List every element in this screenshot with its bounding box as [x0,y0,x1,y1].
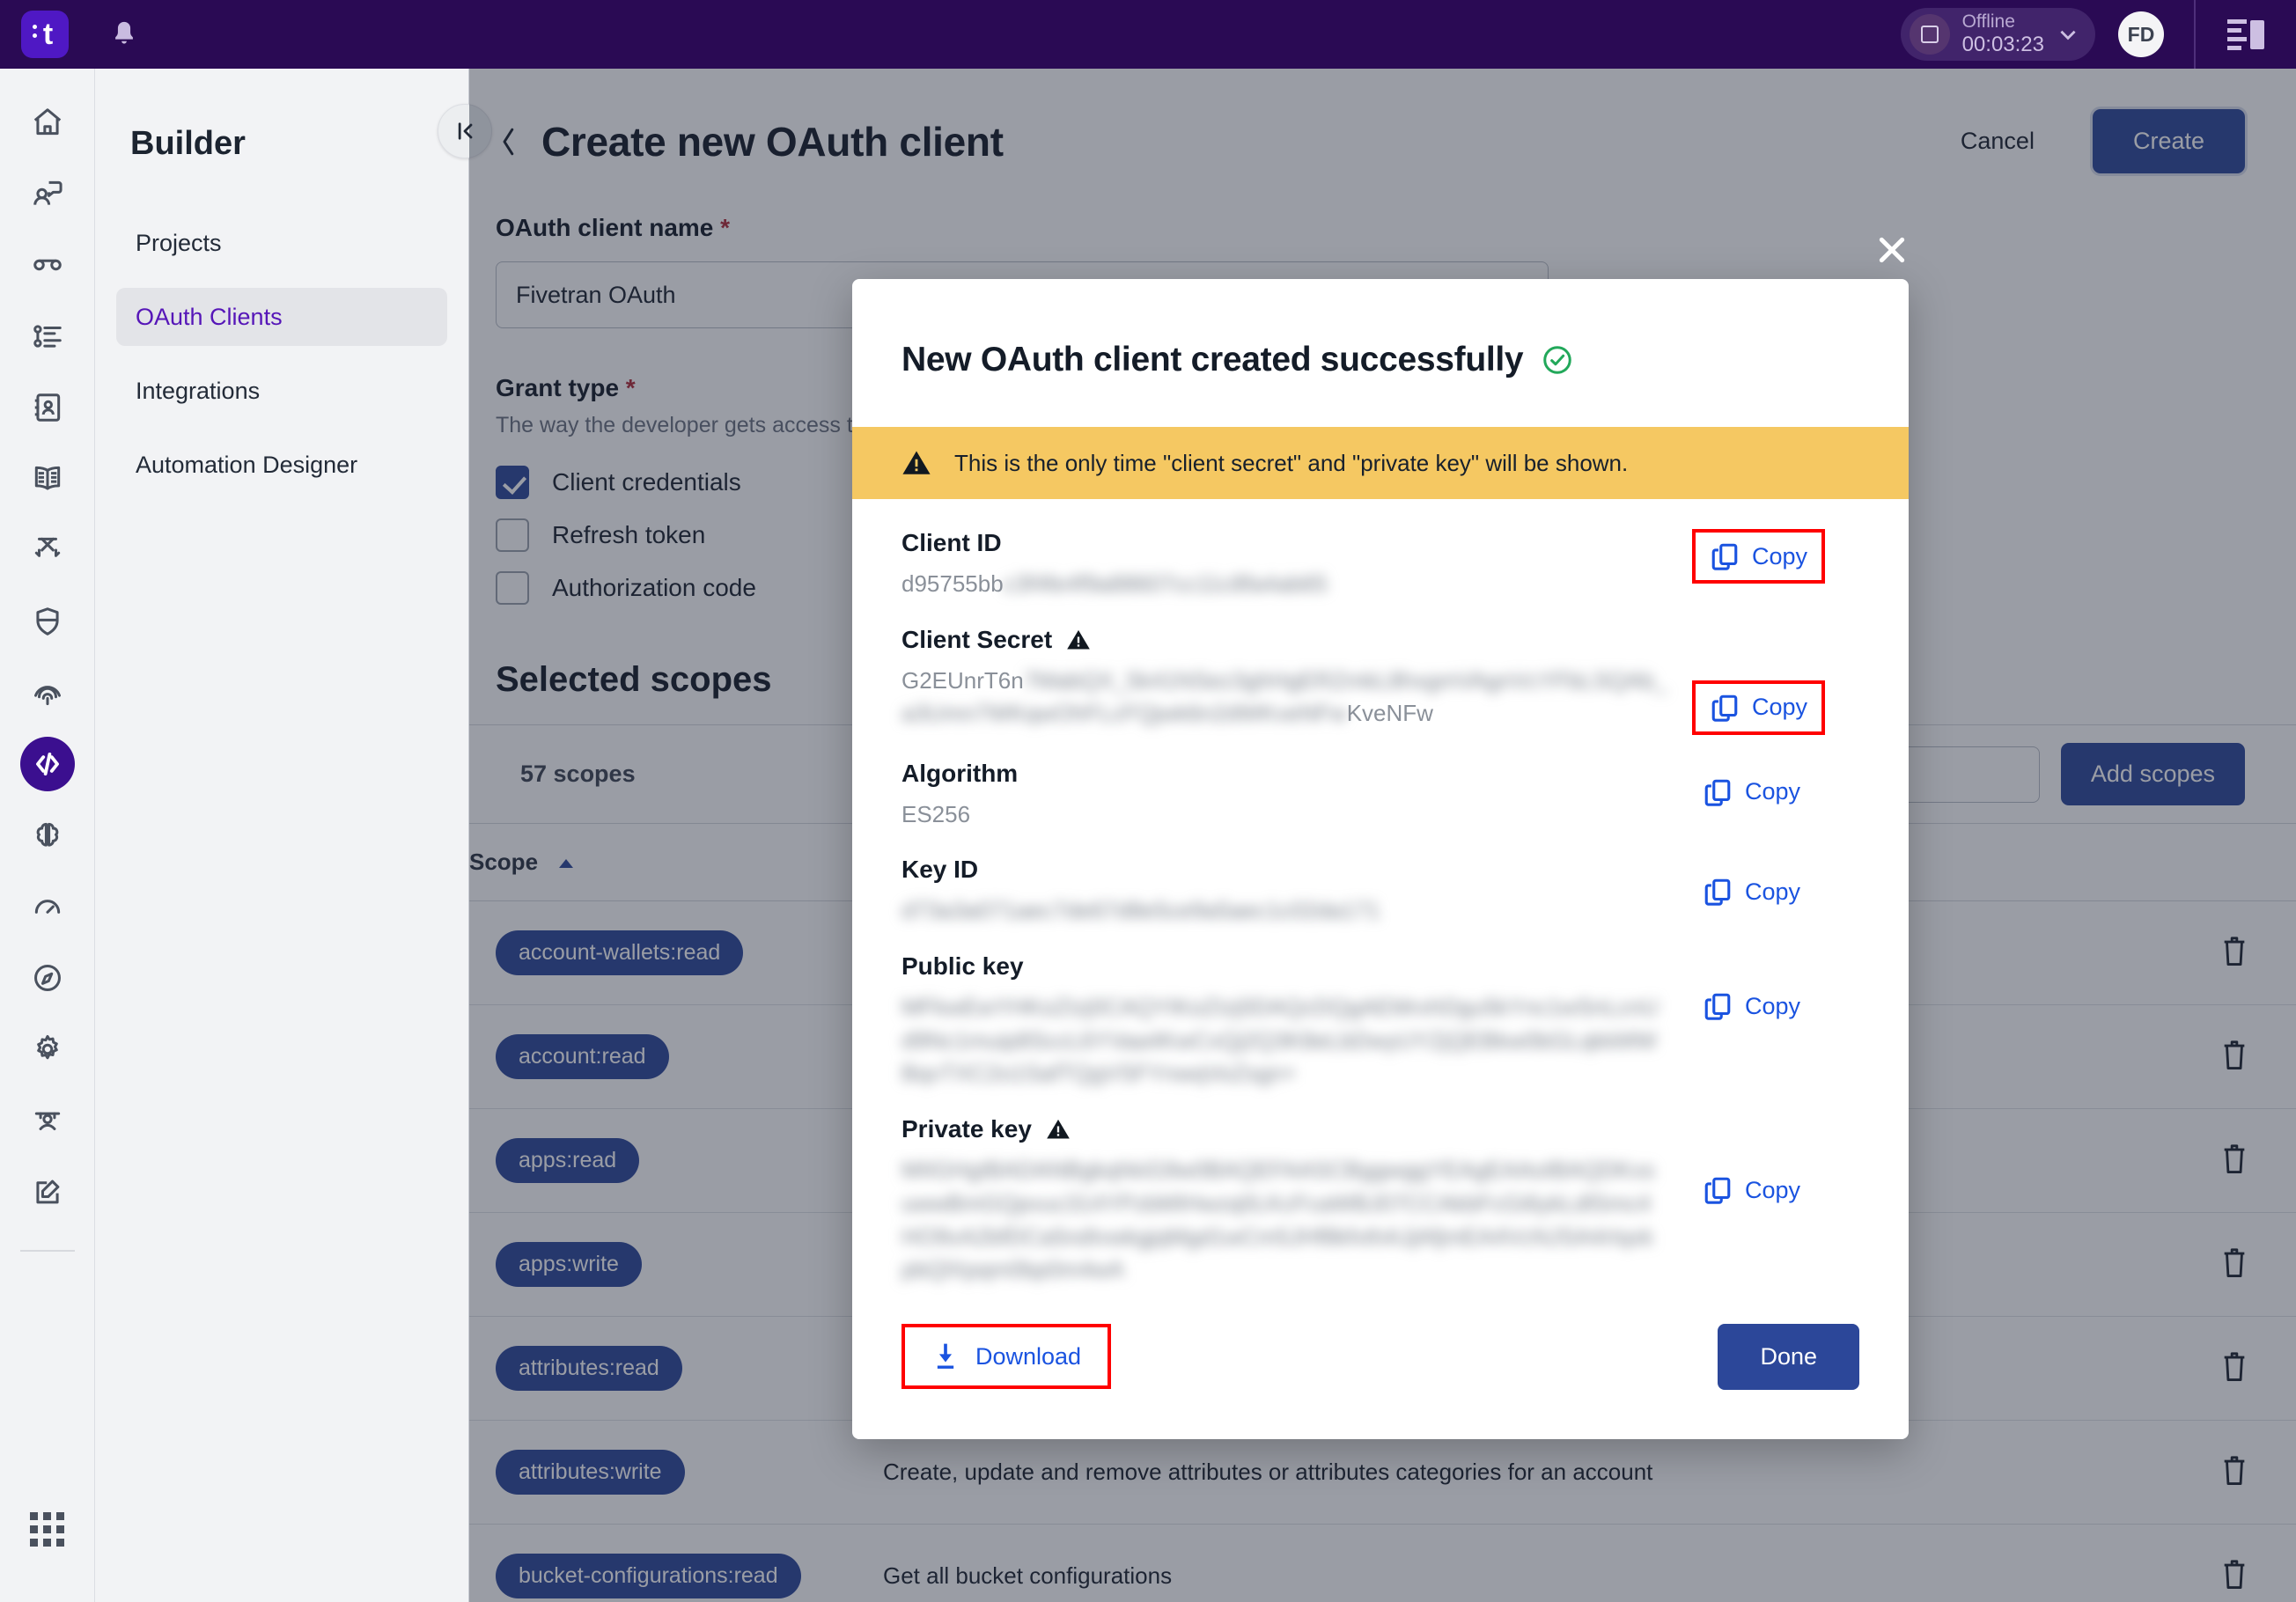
secret-warning-banner: This is the only time "client secret" an… [852,427,1909,499]
sidebar-item-security[interactable] [20,594,75,649]
status-label: Offline [1961,11,2015,33]
copy-algorithm-button[interactable]: Copy [1692,768,1811,816]
copy-icon [1710,693,1740,723]
copy-client-id-button[interactable]: Copy [1692,529,1826,584]
field-algorithm: Algorithm ES256 Copy [901,760,1859,832]
copy-label: Copy [1745,878,1801,905]
sidebar-item-explore[interactable] [20,951,75,1005]
sidebar-item-training[interactable] [20,1093,75,1148]
copy-label: Copy [1752,542,1808,570]
copy-label: Copy [1745,1176,1801,1203]
download-label: Download [975,1342,1082,1370]
field-client-id: Client ID d95755bbc3f4fe4f9a88607cc11c8f… [901,529,1859,601]
logo-letter: t [42,18,54,51]
field-label-private-key: Private key [901,1115,1032,1143]
close-icon[interactable] [1867,225,1917,275]
builder-sidebar: Builder Projects OAuth Clients Integrati… [95,69,469,1602]
copy-label: Copy [1752,694,1808,721]
copy-public-key-button[interactable]: Copy [1692,982,1811,1030]
sidebar-item-builder[interactable] [19,737,75,791]
chevron-down-icon[interactable] [2057,23,2079,46]
sidebar-item-automation-designer[interactable]: Automation Designer [116,436,447,494]
sidebar-nav: Projects OAuth Clients Integrations Auto… [95,214,468,494]
toggle-right-panel-icon[interactable] [2227,18,2264,50]
success-check-icon [1541,343,1574,377]
copy-icon [1703,777,1733,807]
field-label-client-id: Client ID [901,529,1002,556]
logo-dots-icon [33,25,37,42]
avatar[interactable]: FD [2118,11,2164,57]
sidebar-item-projects[interactable]: Projects [116,214,447,272]
app-root: t Offline 00:03:23 FD Builder Projects O… [0,0,2296,1602]
download-button[interactable]: Download [901,1324,1112,1390]
sidebar-item-conversations[interactable] [20,166,75,221]
app-logo[interactable]: t [21,11,69,58]
sidebar-item-settings[interactable] [20,1022,75,1077]
field-label-client-secret: Client Secret [901,625,1053,653]
warning-triangle-icon [901,448,931,478]
sidebar-item-fingerprint[interactable] [20,665,75,720]
dialog-header: New OAuth client created successfully [852,279,1909,427]
client-id-masked: c3f4fe4f9a88607cc11c8fa4ab65 [1003,570,1328,597]
warning-text: This is the only time "client secret" an… [954,449,1629,476]
client-id-visible: d95755bb [901,570,1004,597]
copy-icon [1703,991,1733,1021]
private-key-masked: MIIGHgIBADANBgkqhkiG9w0BAQEFAASCBggwggYE… [901,1157,1655,1283]
warning-triangle-icon [1046,1117,1071,1142]
copy-client-secret-button[interactable]: Copy [1692,680,1826,735]
status-stop-icon [1909,14,1950,55]
sidebar-item-analytics[interactable] [20,879,75,934]
sidebar-item-routing[interactable] [20,523,75,577]
sidebar-item-home[interactable] [20,95,75,150]
copy-label: Copy [1745,778,1801,805]
warning-triangle-icon [1066,628,1091,652]
field-label-public-key: Public key [901,952,1024,981]
field-public-key: Public key MFkwEwYHKoZIzj0CAQYIKoZIzj0DA… [901,952,1859,1091]
sidebar-item-label: Integrations [136,377,261,404]
copy-private-key-button[interactable]: Copy [1692,1166,1811,1214]
algorithm-value: ES256 [901,800,971,827]
field-key-id: Key ID d73a3a071aec7de67d8e5ce9a5aec1c02… [901,856,1859,928]
field-label-algorithm: Algorithm [901,759,1019,787]
dialog-body: Client ID d95755bbc3f4fe4f9a88607cc11c8f… [852,499,1909,1287]
field-label-key-id: Key ID [901,856,979,884]
sidebar-item-label: Projects [136,229,222,256]
oauth-created-dialog: New OAuth client created successfully Th… [852,279,1909,1439]
client-secret-tail: KveNFw [1346,700,1433,727]
copy-icon [1703,877,1733,907]
field-private-key: Private key MIIGHgIBADANBgkqhkiG9w0BAQEF… [901,1115,1859,1287]
field-client-secret: Client Secret G2EUnrT6n7MabQX_5k41NSez3g… [901,626,1859,735]
sidebar-item-contacts[interactable] [20,380,75,435]
sidebar-item-knowledge[interactable] [20,452,75,506]
download-icon [931,1341,960,1371]
done-button[interactable]: Done [1718,1323,1859,1390]
copy-icon [1710,541,1740,571]
sidebar-item-oauth-clients[interactable]: OAuth Clients [116,288,447,346]
apps-grid-icon[interactable] [20,1502,75,1556]
key-id-masked: d73a3a071aec7de67d8e5ce9a5aec1c02da171 [901,897,1380,924]
dialog-title: New OAuth client created successfully [901,341,1524,378]
top-bar: t Offline 00:03:23 FD [0,0,2296,69]
copy-key-id-button[interactable]: Copy [1692,868,1811,915]
sidebar-item-edit[interactable] [20,1165,75,1219]
sidebar-item-integrations[interactable]: Integrations [116,362,447,420]
sidebar-title: Builder [130,125,246,162]
copy-label: Copy [1745,992,1801,1019]
dialog-footer: Download Done [852,1287,1909,1439]
sidebar-item-label: Automation Designer [136,451,358,478]
status-timer: 00:03:23 [1961,33,2044,57]
icon-rail [0,69,95,1602]
public-key-masked: MFkwEwYHKoZIzj0CAQYIKoZIzj0DAQcDQgAEMrxh… [901,994,1659,1087]
sidebar-item-label: OAuth Clients [136,303,283,330]
notifications-bell-icon[interactable] [109,19,139,49]
agent-status-pill[interactable]: Offline 00:03:23 [1900,8,2095,61]
client-secret-visible: G2EUnrT6n [901,666,1024,694]
rail-divider [19,1250,75,1252]
sidebar-item-calls[interactable] [20,238,75,292]
top-divider [2194,0,2196,69]
sidebar-item-tasks[interactable] [20,309,75,364]
copy-icon [1703,1175,1733,1205]
sidebar-item-ai[interactable] [20,808,75,863]
